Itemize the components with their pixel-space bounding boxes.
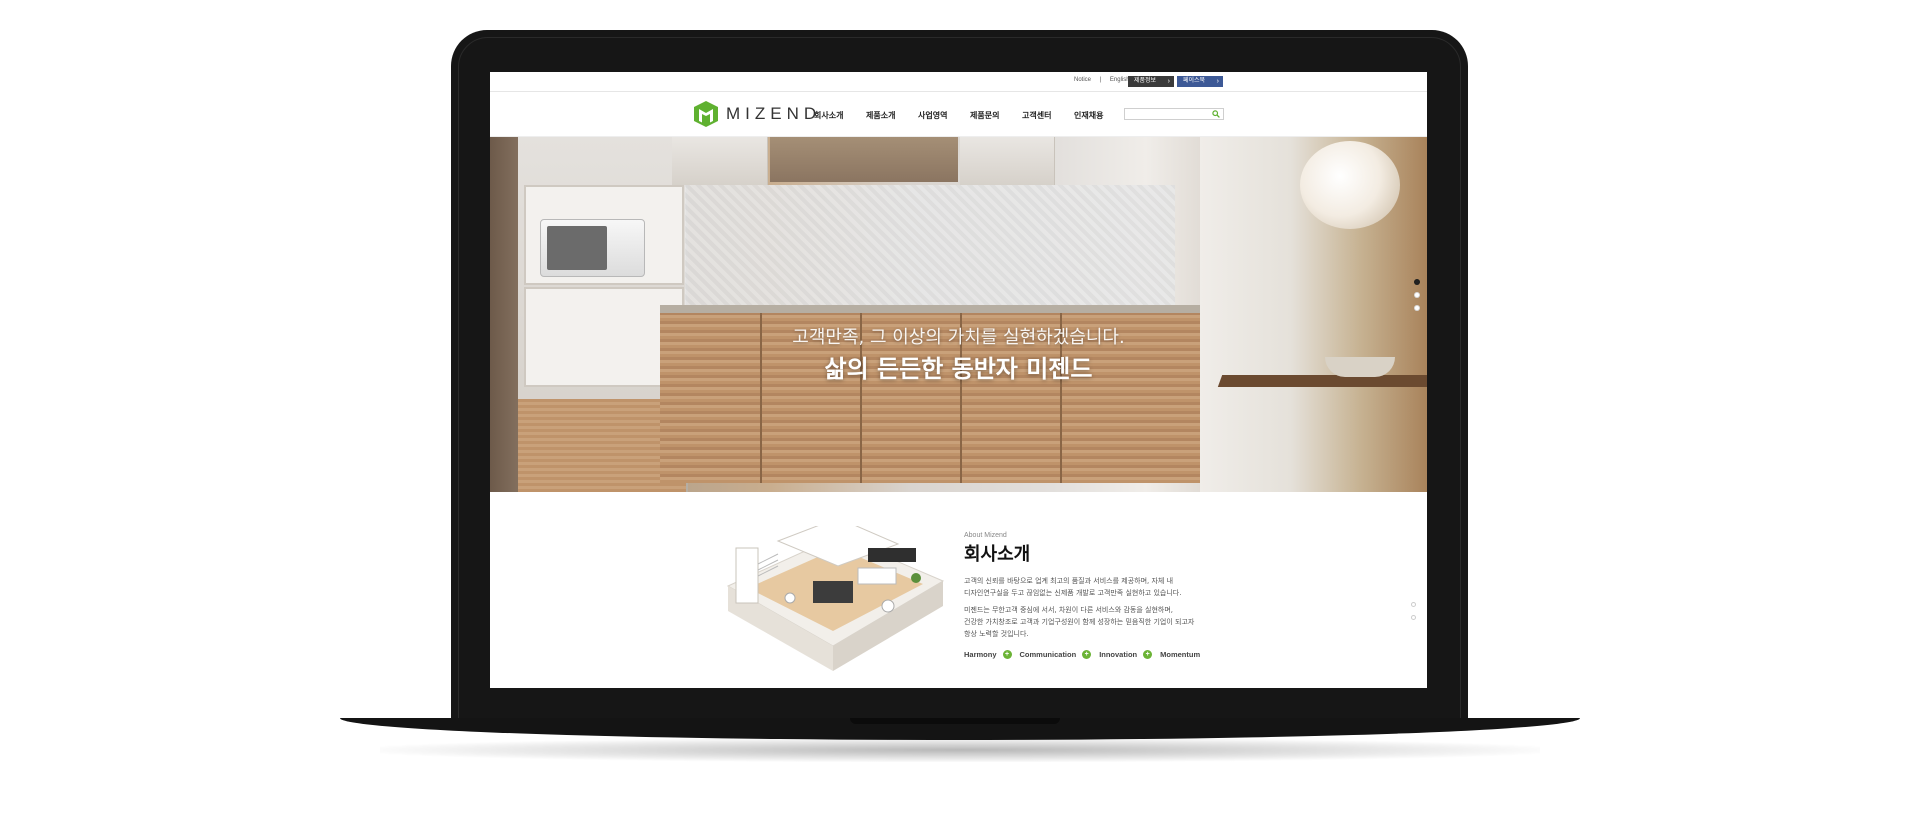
menu-item-inquiry[interactable]: 제품문의 xyxy=(970,110,1022,121)
browser-screen: Notice | English 제품정보 › 페이스북 › MIZEND 회사… xyxy=(490,72,1427,688)
about-p2-line1: 미젠드는 무한고객 중심에 서서, 차원이 다른 서비스와 감동을 실현하며, xyxy=(964,606,1174,614)
microwave-door xyxy=(547,226,607,270)
hero-image-backsplash xyxy=(685,185,1175,305)
about-p1-line1: 고객의 신뢰를 바탕으로 업계 최고의 품질과 서비스를 제공하며, 자체 내 xyxy=(964,577,1174,585)
slide-dot[interactable] xyxy=(1414,305,1420,311)
menu-item-support[interactable]: 고객센터 xyxy=(1022,110,1074,121)
laptop-shadow xyxy=(380,738,1540,762)
about-p2-line2: 건강한 가치창조로 고객과 기업구성원이 함께 성장하는 믿음직한 기업이 되고… xyxy=(964,618,1195,626)
main-nav: MIZEND 회사소개 제품소개 사업영역 제품문의 고객센터 인재채용 xyxy=(490,93,1427,137)
chevron-right-icon: › xyxy=(1216,78,1219,85)
section-dot[interactable] xyxy=(1411,615,1416,620)
section-dot[interactable] xyxy=(1411,602,1416,607)
core-values: Harmony + Communication + Innovation + M… xyxy=(964,650,1206,659)
logo-text[interactable]: MIZEND xyxy=(726,104,821,124)
about-p2-line3: 항상 노력할 것입니다. xyxy=(964,630,1029,638)
menu-item-business[interactable]: 사업영역 xyxy=(918,110,970,121)
menu-item-careers[interactable]: 인재채용 xyxy=(1074,110,1126,121)
search-icon[interactable] xyxy=(1212,110,1220,118)
english-link[interactable]: English xyxy=(1110,77,1130,83)
hero-image-microwave xyxy=(540,219,645,277)
hero-tagline: 고객만족, 그 이상의 가치를 실현하겠습니다. xyxy=(792,327,1125,348)
hero-image-pendant-lamp xyxy=(1300,141,1400,229)
menu-item-company[interactable]: 회사소개 xyxy=(814,110,866,121)
value-harmony: Harmony xyxy=(964,650,997,659)
search-input[interactable] xyxy=(1124,108,1224,120)
hero-headline: 삶의 든든한 동반자 미젠드 xyxy=(824,355,1093,383)
chevron-right-icon: › xyxy=(1167,78,1170,85)
laptop-base-notch xyxy=(850,718,1060,724)
hero-banner: 고객만족, 그 이상의 가치를 실현하겠습니다. 삶의 든든한 동반자 미젠드 xyxy=(490,137,1427,492)
plus-icon: + xyxy=(1143,650,1153,659)
about-subtitle: About Mizend xyxy=(964,532,1007,539)
section-indicators xyxy=(1411,602,1416,628)
menu-item-products[interactable]: 제품소개 xyxy=(866,110,918,121)
plus-icon: + xyxy=(1002,650,1012,659)
hero-slide-indicators xyxy=(1414,279,1422,318)
link-separator: | xyxy=(1099,77,1102,83)
value-communication: Communication xyxy=(1019,650,1077,659)
value-innovation: Innovation xyxy=(1099,650,1138,659)
hero-image-countertop xyxy=(660,305,1200,313)
product-info-button[interactable]: 제품정보 › xyxy=(1128,76,1174,87)
mizend-logo-icon[interactable] xyxy=(694,101,718,127)
facebook-label: 페이스북 xyxy=(1183,78,1206,84)
kitchen-3d-illustration xyxy=(726,526,945,671)
notice-link[interactable]: Notice xyxy=(1074,77,1091,83)
hero-image-range-hood xyxy=(770,137,958,182)
slide-dot[interactable] xyxy=(1414,292,1420,298)
about-paragraph-2: 미젠드는 무한고객 중심에 서서, 차원이 다른 서비스와 감동을 실현하며, … xyxy=(964,604,1224,640)
product-info-label: 제품정보 xyxy=(1134,78,1157,84)
utility-bar: Notice | English 제품정보 › 페이스북 › xyxy=(490,72,1427,92)
about-p1-line2: 디자인연구실을 두고 끊임없는 신제품 개발로 고객만족 실현하고 있습니다. xyxy=(964,589,1182,597)
main-menu: 회사소개 제품소개 사업영역 제품문의 고객센터 인재채용 xyxy=(814,110,1126,121)
hero-image-upper-cabinet xyxy=(960,137,1055,185)
value-momentum: Momentum xyxy=(1160,650,1201,659)
facebook-button[interactable]: 페이스북 › xyxy=(1177,76,1223,87)
slide-dot[interactable] xyxy=(1414,279,1420,285)
about-section: About Mizend 회사소개 고객의 신뢰를 바탕으로 업계 최고의 품질… xyxy=(490,492,1427,688)
hero-image-upper-cabinet xyxy=(672,137,768,185)
plus-icon: + xyxy=(1082,650,1092,659)
about-paragraph-1: 고객의 신뢰를 바탕으로 업계 최고의 품질과 서비스를 제공하며, 자체 내 … xyxy=(964,575,1224,599)
about-title: 회사소개 xyxy=(964,544,1031,565)
